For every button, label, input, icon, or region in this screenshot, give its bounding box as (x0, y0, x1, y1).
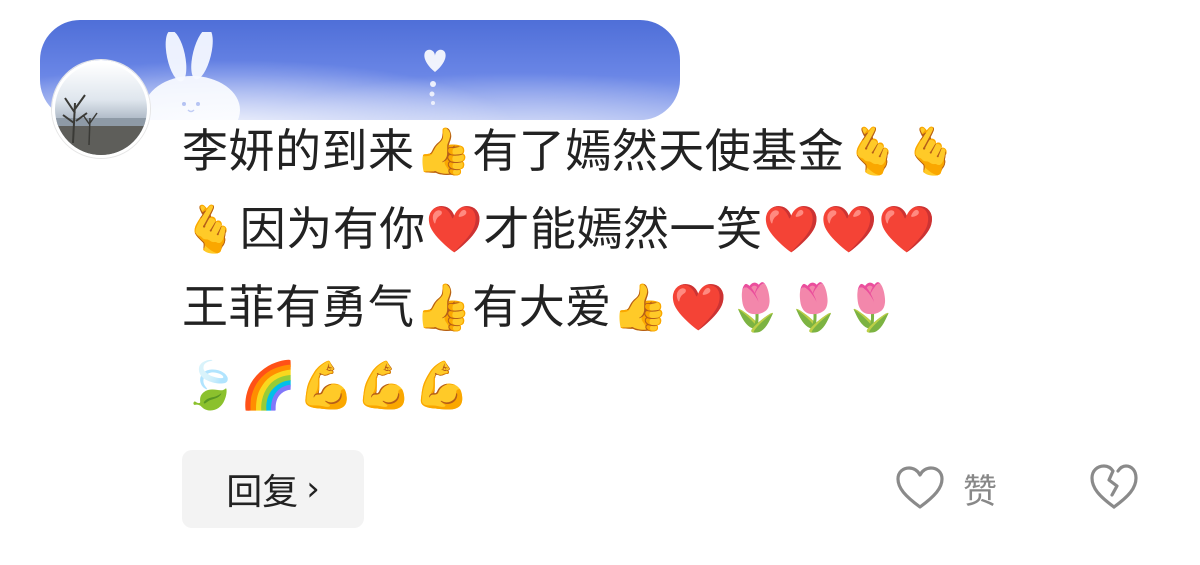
comment-line: 🫰因为有你❤️才能嫣然一笑❤️❤️❤️ (182, 202, 936, 256)
like-label: 赞 (963, 471, 997, 512)
avatar-landscape-image (55, 94, 147, 155)
broken-heart-icon[interactable] (1088, 462, 1140, 512)
comment-line: 🍃🌈💪💪💪 (182, 358, 471, 412)
cloud-heart-icon (424, 49, 446, 105)
comment-body: 李妍的到来👍有了嫣然天使基金🫰🫰 🫰因为有你❤️才能嫣然一笑❤️❤️❤️ 王菲有… (182, 112, 1172, 424)
chevron-right-icon: › (306, 469, 320, 509)
like-button[interactable]: 赞 (895, 460, 997, 516)
comment-line: 李妍的到来👍有了嫣然天使基金🫰🫰 (182, 124, 960, 178)
reply-button[interactable]: 回复 › (182, 450, 364, 528)
comment-line: 王菲有勇气👍有大爱👍❤️🌷🌷🌷 (182, 280, 901, 334)
bunny-illustration (144, 32, 240, 120)
user-avatar[interactable] (52, 60, 150, 158)
heart-outline-icon (896, 466, 944, 509)
reply-label: 回复 (226, 472, 299, 513)
